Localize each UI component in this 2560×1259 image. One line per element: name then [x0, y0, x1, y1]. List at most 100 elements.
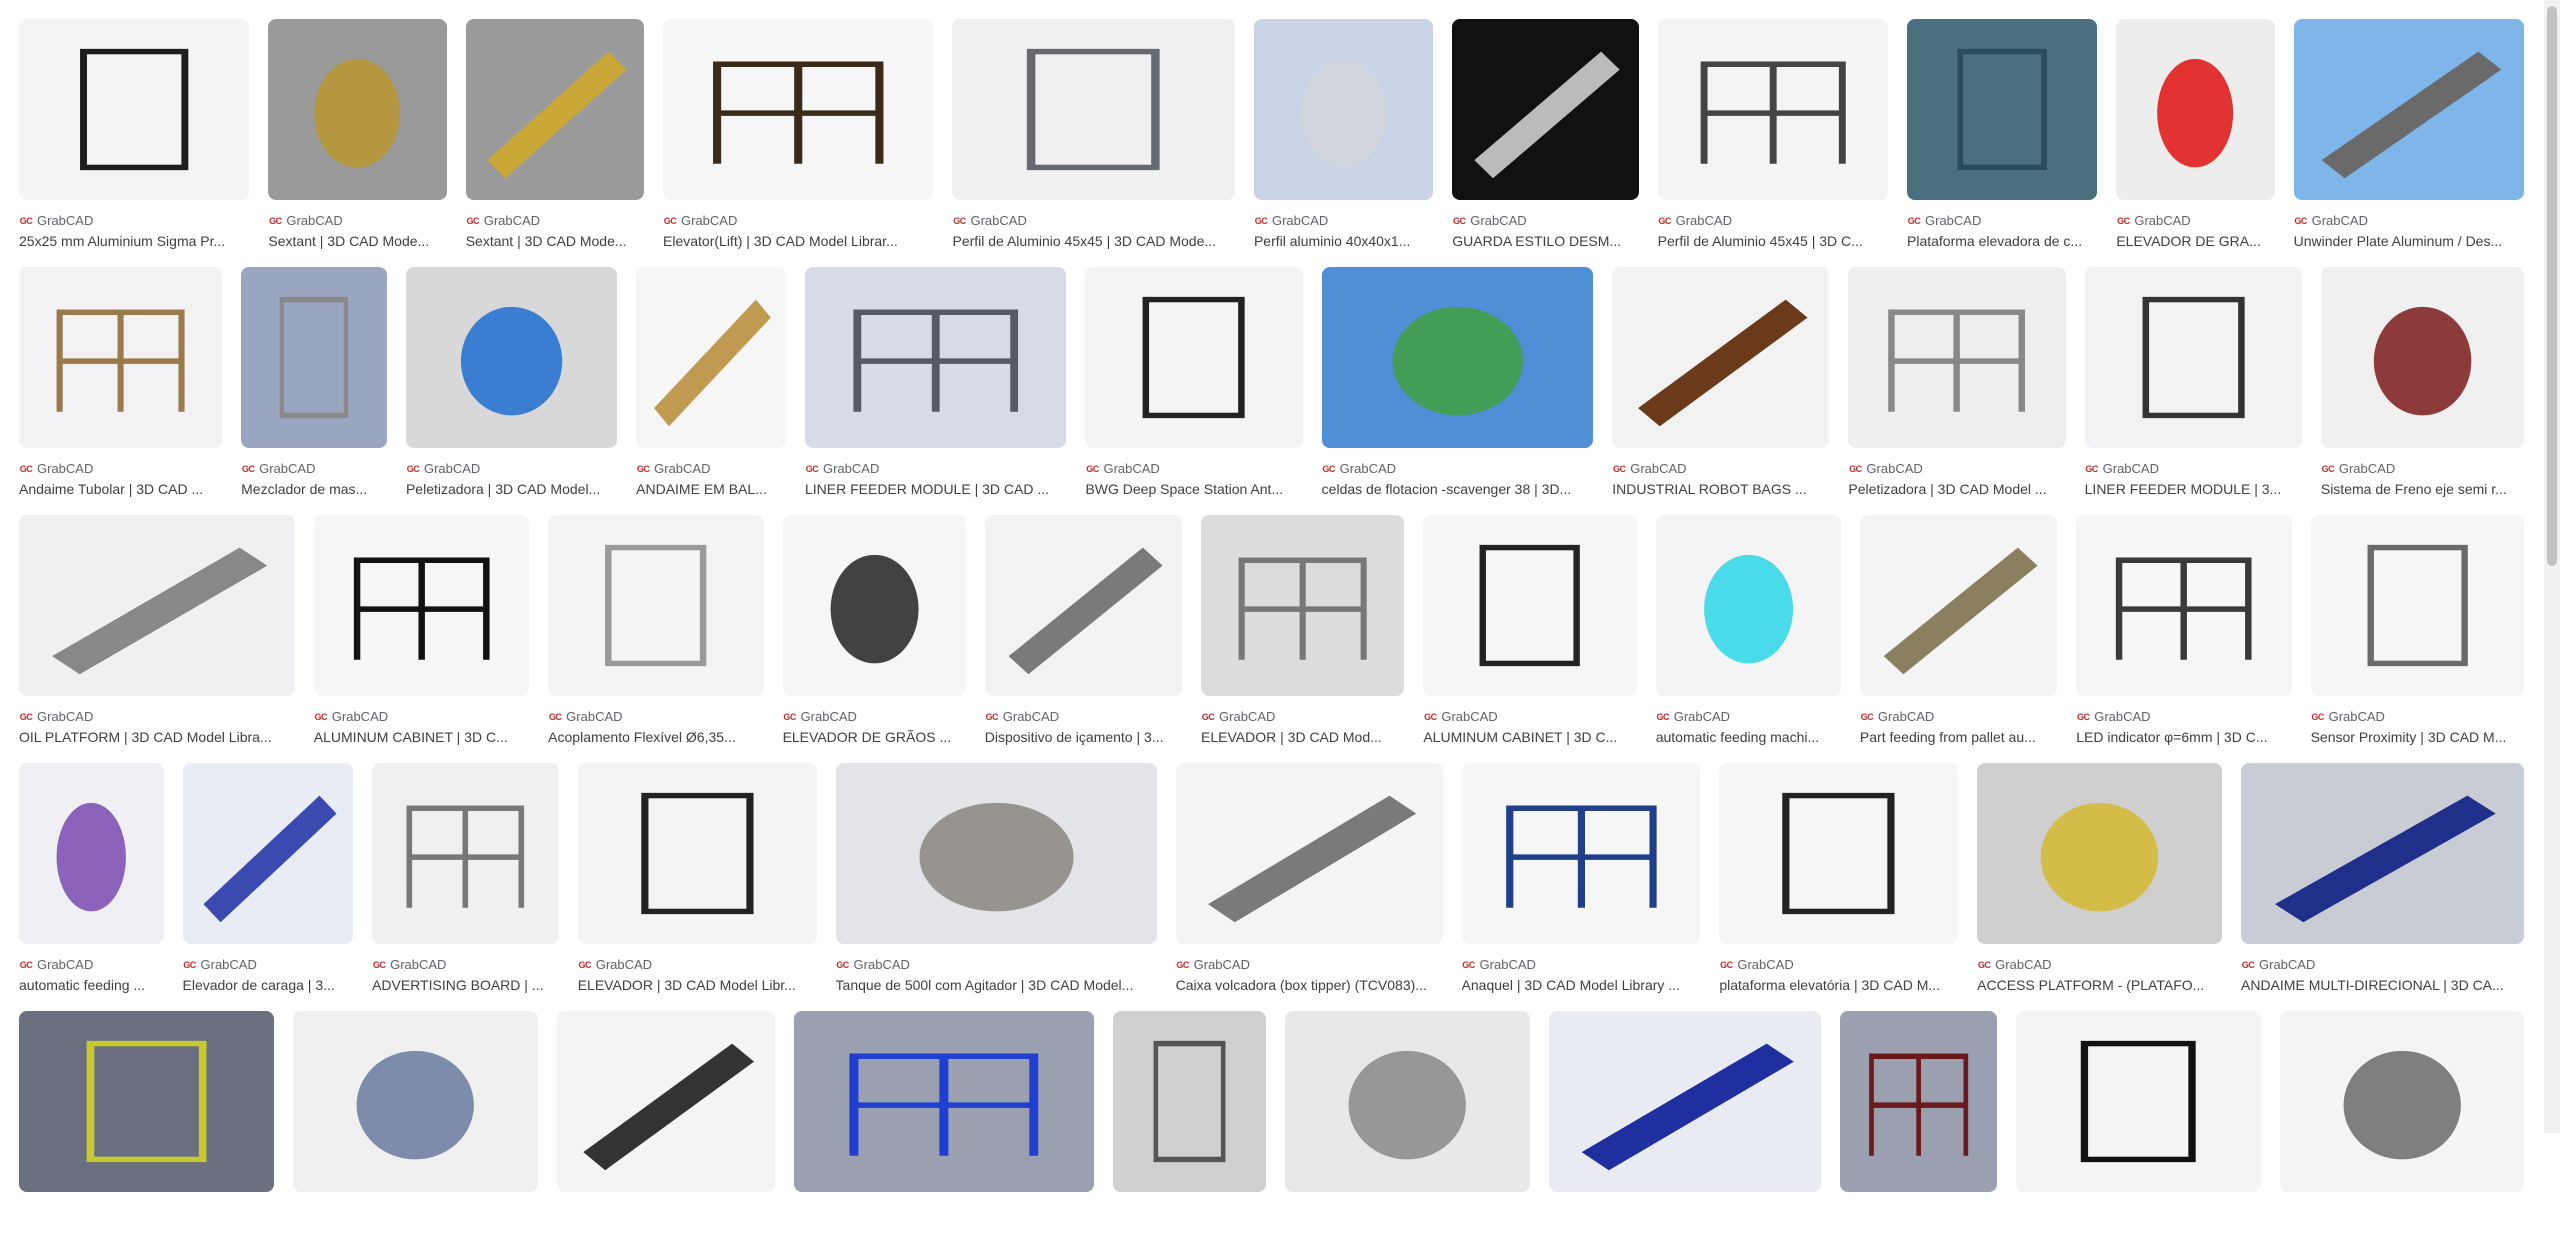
result-thumbnail[interactable]: [548, 515, 764, 696]
result-tile[interactable]: GC GrabCAD Anaquel | 3D CAD Model Library …: [1461, 763, 1701, 1011]
result-source[interactable]: GC GrabCAD: [1907, 213, 2097, 228]
result-thumbnail[interactable]: [794, 1011, 1095, 1192]
result-tile[interactable]: GC GrabCAD Sextant | 3D CAD Mode...: [268, 19, 447, 267]
result-thumbnail[interactable]: [2293, 19, 2524, 200]
result-tile[interactable]: [2016, 1011, 2261, 1259]
result-thumbnail[interactable]: [1612, 267, 1830, 448]
result-tile[interactable]: [293, 1011, 538, 1259]
result-source[interactable]: GC GrabCAD: [835, 957, 1157, 972]
result-title[interactable]: ELEVADOR | 3D CAD Model Libr...: [578, 976, 817, 994]
result-title[interactable]: ELEVADOR DE GRA...: [2116, 232, 2274, 250]
result-tile[interactable]: GC GrabCAD automatic feeding ...: [19, 763, 164, 1011]
result-tile[interactable]: GC GrabCAD Tanque de 500l com Agitador | 3…: [835, 763, 1157, 1011]
result-thumbnail[interactable]: [241, 267, 387, 448]
result-source[interactable]: GC GrabCAD: [1201, 709, 1404, 724]
result-source[interactable]: GC GrabCAD: [1461, 957, 1701, 972]
result-title[interactable]: Tanque de 500l com Agitador | 3D CAD Mod…: [836, 976, 1157, 994]
result-title[interactable]: ALUMINUM CABINET | 3D C...: [1423, 728, 1636, 746]
result-tile[interactable]: [1548, 1011, 1821, 1259]
result-thumbnail[interactable]: [465, 19, 645, 200]
result-tile[interactable]: [2279, 1011, 2524, 1259]
result-tile[interactable]: GC GrabCAD ELEVADOR DE GRÃOS ...: [782, 515, 966, 763]
result-source[interactable]: GC GrabCAD: [182, 957, 354, 972]
result-thumbnail[interactable]: [804, 267, 1067, 448]
result-thumbnail[interactable]: [1423, 515, 1637, 696]
result-title[interactable]: Perfil de Aluminio 45x45 | 3D CAD Mode..…: [952, 232, 1234, 250]
result-title[interactable]: ADVERTISING BOARD | ...: [372, 976, 559, 994]
result-title[interactable]: automatic feeding ...: [19, 976, 164, 994]
result-title[interactable]: Caixa volcadora (box tipper) (TCV083)...: [1176, 976, 1443, 994]
result-tile[interactable]: GC GrabCAD Caixa volcadora (box tipper) (T…: [1175, 763, 1443, 1011]
result-tile[interactable]: GC GrabCAD LED indicator φ=6mm | 3D C...: [2076, 515, 2292, 763]
result-title[interactable]: Anaquel | 3D CAD Model Library ...: [1462, 976, 1701, 994]
result-thumbnail[interactable]: [1175, 763, 1443, 944]
result-title[interactable]: LINER FEEDER MODULE | 3...: [2085, 480, 2302, 498]
result-thumbnail[interactable]: [19, 19, 250, 200]
result-source[interactable]: GC GrabCAD: [663, 213, 933, 228]
result-source[interactable]: GC GrabCAD: [2293, 213, 2524, 228]
result-title[interactable]: ACCESS PLATFORM - (PLATAFO...: [1977, 976, 2222, 994]
result-thumbnail[interactable]: [1907, 19, 2098, 200]
result-thumbnail[interactable]: [1977, 763, 2223, 944]
scrollbar-thumb[interactable]: [2547, 6, 2557, 566]
result-thumbnail[interactable]: [372, 763, 559, 944]
result-tile[interactable]: GC GrabCAD Perfil aluminio 40x40x1...: [1253, 19, 1434, 267]
result-tile[interactable]: GC GrabCAD Unwinder Plate Aluminum / Des..…: [2293, 19, 2524, 267]
result-thumbnail[interactable]: [2320, 267, 2524, 448]
result-thumbnail[interactable]: [1655, 515, 1841, 696]
result-thumbnail[interactable]: [1848, 267, 2066, 448]
result-source[interactable]: GC GrabCAD: [1452, 213, 1638, 228]
result-thumbnail[interactable]: [1548, 1011, 1821, 1192]
result-tile[interactable]: GC GrabCAD Plataforma elevadora de c...: [1907, 19, 2098, 267]
result-title[interactable]: Elevator(Lift) | 3D CAD Model Librar...: [663, 232, 933, 250]
result-thumbnail[interactable]: [2076, 515, 2292, 696]
result-source[interactable]: GC GrabCAD: [1612, 461, 1829, 476]
result-source[interactable]: GC GrabCAD: [465, 213, 644, 228]
result-title[interactable]: Part feeding from pallet au...: [1860, 728, 2057, 746]
result-title[interactable]: Peletizadora | 3D CAD Model...: [406, 480, 617, 498]
result-tile[interactable]: GC GrabCAD ACCESS PLATFORM - (PLATAFO...: [1977, 763, 2223, 1011]
result-tile[interactable]: [1839, 1011, 1998, 1259]
result-title[interactable]: Mezclador de mas...: [241, 480, 387, 498]
result-title[interactable]: Elevador de caraga | 3...: [183, 976, 354, 994]
result-tile[interactable]: GC GrabCAD Andaime Tubolar | 3D CAD ...: [19, 267, 223, 515]
result-tile[interactable]: GC GrabCAD LINER FEEDER MODULE | 3...: [2084, 267, 2302, 515]
result-source[interactable]: GC GrabCAD: [1175, 957, 1443, 972]
result-thumbnail[interactable]: [1657, 19, 1888, 200]
result-thumbnail[interactable]: [1085, 267, 1303, 448]
result-thumbnail[interactable]: [19, 1011, 275, 1192]
result-tile[interactable]: GC GrabCAD Part feeding from pallet au...: [1859, 515, 2058, 763]
result-tile[interactable]: GC GrabCAD Peletizadora | 3D CAD Model ...: [1848, 267, 2066, 515]
result-title[interactable]: 25x25 mm Aluminium Sigma Pr...: [19, 232, 249, 250]
result-title[interactable]: Sensor Proximity | 3D CAD M...: [2311, 728, 2524, 746]
result-tile[interactable]: GC GrabCAD ALUMINUM CABINET | 3D C...: [1423, 515, 1637, 763]
result-source[interactable]: GC GrabCAD: [372, 957, 559, 972]
scrollbar[interactable]: [2544, 0, 2560, 1133]
result-tile[interactable]: GC GrabCAD Peletizadora | 3D CAD Model...: [405, 267, 618, 515]
result-tile[interactable]: GC GrabCAD GUARDA ESTILO DESM...: [1452, 19, 1639, 267]
result-tile[interactable]: GC GrabCAD Perfil de Aluminio 45x45 | 3D C…: [1657, 19, 1888, 267]
result-thumbnail[interactable]: [19, 763, 164, 944]
result-thumbnail[interactable]: [1321, 267, 1594, 448]
result-source[interactable]: GC GrabCAD: [2084, 461, 2302, 476]
result-title[interactable]: ANDAIME MULTI-DIRECIONAL | 3D CA...: [2241, 976, 2524, 994]
result-tile[interactable]: [1113, 1011, 1267, 1259]
result-source[interactable]: GC GrabCAD: [313, 709, 529, 724]
result-title[interactable]: BWG Deep Space Station Ant...: [1085, 480, 1302, 498]
result-thumbnail[interactable]: [293, 1011, 538, 1192]
result-title[interactable]: Peletizadora | 3D CAD Model ...: [1848, 480, 2065, 498]
result-tile[interactable]: GC GrabCAD Sistema de Freno eje semi r...: [2320, 267, 2524, 515]
result-thumbnail[interactable]: [1113, 1011, 1267, 1192]
result-source[interactable]: GC GrabCAD: [1253, 213, 1433, 228]
result-source[interactable]: GC GrabCAD: [636, 461, 786, 476]
result-source[interactable]: GC GrabCAD: [804, 461, 1066, 476]
result-source[interactable]: GC GrabCAD: [1719, 957, 1958, 972]
result-source[interactable]: GC GrabCAD: [1423, 709, 1636, 724]
result-source[interactable]: GC GrabCAD: [405, 461, 617, 476]
result-thumbnail[interactable]: [952, 19, 1235, 200]
result-thumbnail[interactable]: [405, 267, 618, 448]
result-tile[interactable]: [556, 1011, 776, 1259]
result-source[interactable]: GC GrabCAD: [19, 709, 295, 724]
result-title[interactable]: OIL PLATFORM | 3D CAD Model Libra...: [19, 728, 295, 746]
result-source[interactable]: GC GrabCAD: [577, 957, 817, 972]
